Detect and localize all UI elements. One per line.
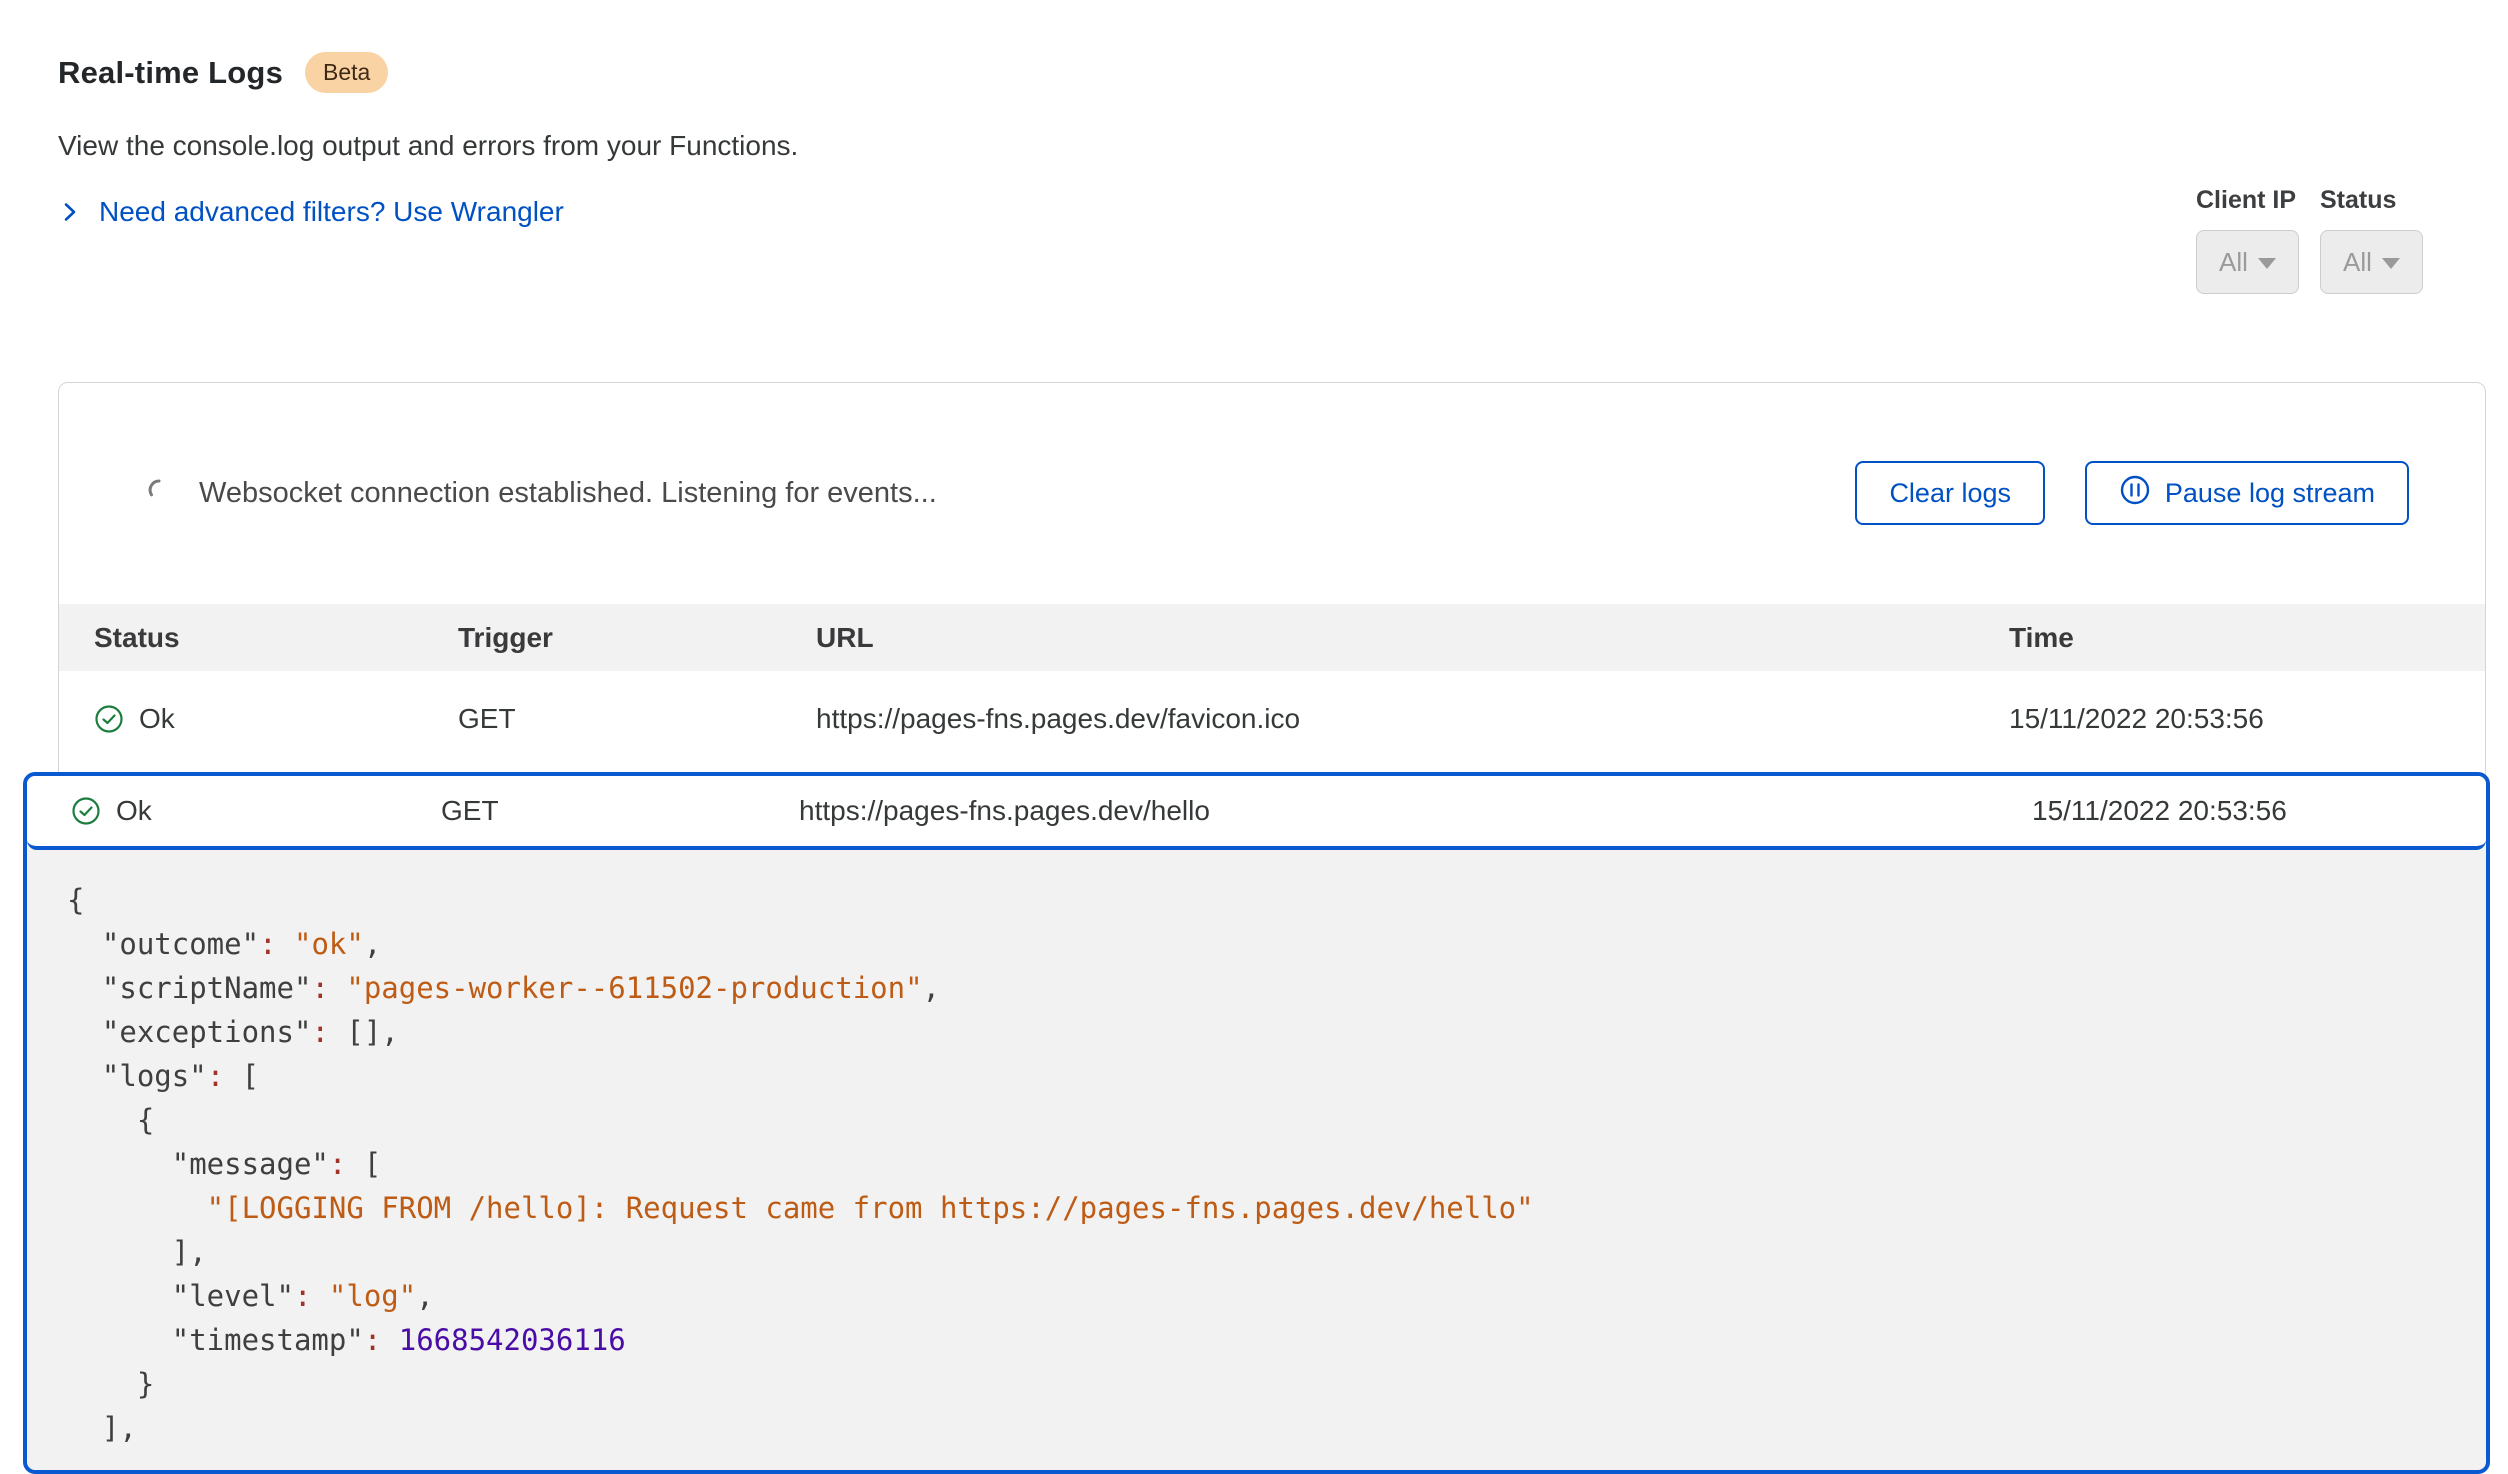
check-circle-icon — [94, 704, 124, 734]
code-line: "outcome": "ok", — [67, 922, 2446, 966]
log-table-header: Status Trigger URL Time — [59, 604, 2485, 671]
code-line: "level": "log", — [67, 1274, 2446, 1318]
trigger-value: GET — [458, 703, 816, 735]
pause-log-stream-button[interactable]: Pause log stream — [2085, 461, 2409, 525]
header-status: Status — [94, 622, 458, 654]
clear-logs-button[interactable]: Clear logs — [1855, 461, 2045, 525]
status-dropdown[interactable]: All — [2320, 230, 2423, 294]
status-cell: Ok — [71, 795, 441, 827]
filter-status: Status All — [2320, 186, 2430, 294]
code-line: } — [67, 1362, 2446, 1406]
stream-status-message: Websocket connection established. Listen… — [199, 477, 937, 510]
time-value: 15/11/2022 20:53:56 — [2032, 795, 2486, 827]
header-url: URL — [816, 622, 2009, 654]
filter-client-ip: Client IP All — [2196, 186, 2306, 294]
code-line: { — [67, 878, 2446, 922]
client-ip-label: Client IP — [2196, 186, 2306, 215]
log-row-favicon[interactable]: Ok GET https://pages-fns.pages.dev/favic… — [59, 671, 2485, 767]
client-ip-value: All — [2219, 247, 2248, 278]
status-filter-value: All — [2343, 247, 2372, 278]
stream-status: Websocket connection established. Listen… — [147, 477, 937, 510]
code-line: ], — [67, 1406, 2446, 1450]
caret-down-icon — [2382, 258, 2400, 269]
url-value: https://pages-fns.pages.dev/hello — [799, 795, 2032, 827]
page-title: Real-time Logs — [58, 55, 283, 91]
time-value: 15/11/2022 20:53:56 — [2009, 703, 2485, 735]
check-circle-icon — [71, 796, 101, 826]
page-subtitle: View the console.log output and errors f… — [58, 130, 798, 162]
client-ip-dropdown[interactable]: All — [2196, 230, 2299, 294]
clear-logs-label: Clear logs — [1889, 478, 2011, 509]
code-line: "message": [ — [67, 1142, 2446, 1186]
expanded-log-entry: Ok GET https://pages-fns.pages.dev/hello… — [23, 772, 2490, 1474]
spinner-icon — [147, 477, 171, 510]
chevron-right-icon — [58, 200, 82, 224]
code-line: "timestamp": 1668542036116 — [67, 1318, 2446, 1362]
header-time: Time — [2009, 622, 2485, 654]
code-line: ], — [67, 1230, 2446, 1274]
url-value: https://pages-fns.pages.dev/favicon.ico — [816, 703, 2009, 735]
status-filter-label: Status — [2320, 186, 2430, 215]
code-line: { — [67, 1098, 2446, 1142]
wrangler-filters-link[interactable]: Need advanced filters? Use Wrangler — [58, 196, 564, 228]
trigger-value: GET — [441, 795, 799, 827]
log-row-hello-expanded[interactable]: Ok GET https://pages-fns.pages.dev/hello… — [27, 776, 2486, 850]
pause-icon — [2119, 474, 2151, 513]
code-line: "exceptions": [], — [67, 1010, 2446, 1054]
code-line: "scriptName": "pages-worker--611502-prod… — [67, 966, 2446, 1010]
stream-bar: Websocket connection established. Listen… — [59, 383, 2485, 604]
header-trigger: Trigger — [458, 622, 816, 654]
pause-log-stream-label: Pause log stream — [2165, 478, 2375, 509]
status-value: Ok — [139, 703, 175, 735]
status-value: Ok — [116, 795, 152, 827]
status-cell: Ok — [94, 703, 458, 735]
caret-down-icon — [2258, 258, 2276, 269]
page-header: Real-time Logs Beta — [58, 52, 388, 93]
json-code: { "outcome": "ok", "scriptName": "pages-… — [27, 850, 2486, 1450]
code-line: "[LOGGING FROM /hello]: Request came fro… — [67, 1186, 2446, 1230]
wrangler-link-label: Need advanced filters? Use Wrangler — [99, 196, 564, 228]
beta-badge: Beta — [305, 52, 388, 93]
code-line: "logs": [ — [67, 1054, 2446, 1098]
